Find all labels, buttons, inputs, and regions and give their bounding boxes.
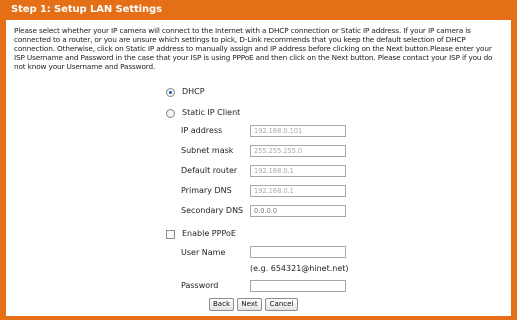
- default-router-input[interactable]: 192.168.0.1: [250, 165, 346, 177]
- enable-pppoe-label: Enable PPPoE: [182, 229, 236, 238]
- dhcp-label: DHCP: [182, 87, 205, 96]
- password-label: Password: [181, 281, 219, 290]
- static-ip-radio[interactable]: [166, 109, 175, 118]
- enable-pppoe-checkbox[interactable]: [166, 230, 175, 239]
- primary-dns-label: Primary DNS: [181, 186, 232, 195]
- wizard-frame: Step 1: Setup LAN Settings Please select…: [0, 0, 517, 320]
- ip-address-input[interactable]: 192.168.0.101: [250, 125, 346, 137]
- static-ip-label: Static IP Client: [182, 108, 241, 117]
- password-input[interactable]: [250, 280, 346, 292]
- step-title: Step 1: Setup LAN Settings: [6, 0, 511, 20]
- secondary-dns-input[interactable]: 0.0.0.0: [250, 205, 346, 217]
- default-router-label: Default router: [181, 166, 238, 175]
- subnet-mask-input[interactable]: 255.255.255.0: [250, 145, 346, 157]
- instructions-text: Please select whether your IP camera wil…: [14, 26, 493, 71]
- back-button[interactable]: Back: [209, 298, 234, 311]
- secondary-dns-label: Secondary DNS: [181, 206, 244, 215]
- username-hint: (e.g. 654321@hinet.net): [250, 264, 349, 273]
- username-input[interactable]: [250, 246, 346, 258]
- primary-dns-input[interactable]: 192.168.0.1: [250, 185, 346, 197]
- subnet-mask-label: Subnet mask: [181, 146, 234, 155]
- username-label: User Name: [181, 248, 226, 257]
- wizard-panel: Step 1: Setup LAN Settings Please select…: [6, 0, 511, 316]
- ip-address-label: IP address: [181, 126, 223, 135]
- next-button[interactable]: Next: [237, 298, 262, 311]
- cancel-button[interactable]: Cancel: [265, 298, 298, 311]
- dhcp-radio[interactable]: [166, 88, 175, 97]
